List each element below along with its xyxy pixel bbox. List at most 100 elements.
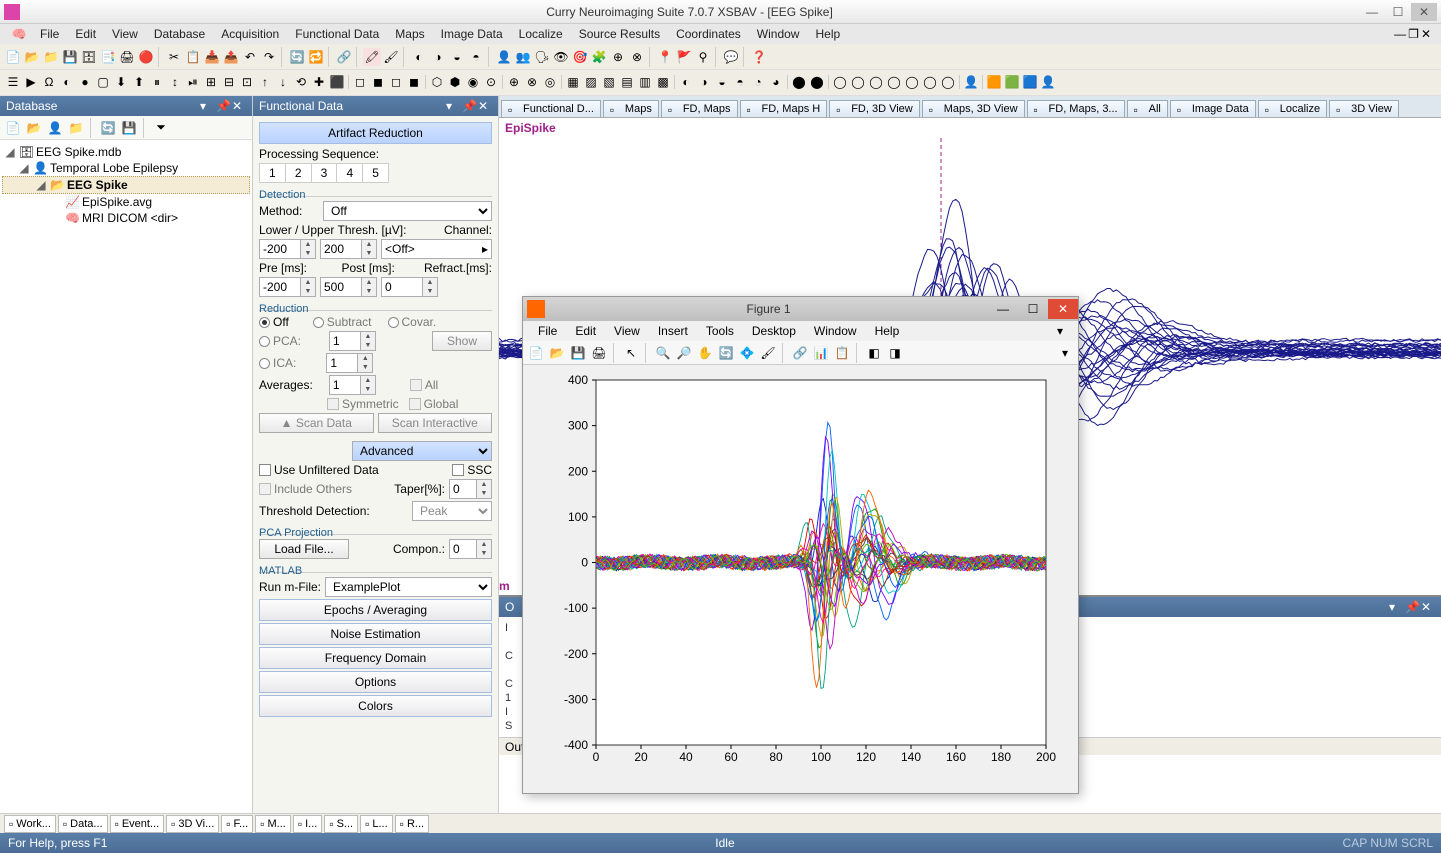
- tb2-icon-43[interactable]: ◒: [713, 73, 731, 91]
- tb2-icon-48[interactable]: ⬤: [790, 73, 808, 91]
- head1-icon[interactable]: 👤: [495, 48, 513, 66]
- tb2-icon-32[interactable]: ◎: [541, 73, 559, 91]
- tb2-icon-46[interactable]: ◕: [767, 73, 785, 91]
- matlab-menubar[interactable]: FileEditViewInsertToolsDesktopWindowHelp…: [523, 321, 1078, 341]
- task-tab-3[interactable]: ▫3D Vi...: [166, 815, 219, 833]
- tb2-icon-39[interactable]: ▩: [654, 73, 672, 91]
- tb2-icon-35[interactable]: ▨: [582, 73, 600, 91]
- matlab-maximize-button[interactable]: ☐: [1018, 299, 1048, 319]
- menu-help[interactable]: Help: [807, 25, 848, 43]
- view-tab-2[interactable]: ▫FD, Maps: [661, 100, 738, 117]
- view-tab-3[interactable]: ▫FD, Maps H: [740, 100, 828, 117]
- ml-menu-help[interactable]: Help: [866, 322, 909, 340]
- db-user-icon[interactable]: 👤: [46, 119, 64, 137]
- task-tabs[interactable]: ▫Work...▫Data...▫Event...▫3D Vi...▫F...▫…: [0, 813, 1441, 833]
- matlab-figure-window[interactable]: Figure 1 — ☐ ✕ FileEditViewInsertToolsDe…: [522, 296, 1079, 794]
- matlab-titlebar[interactable]: Figure 1 — ☐ ✕: [523, 297, 1078, 321]
- panel-close-icon[interactable]: ✕: [232, 99, 246, 113]
- tb2-icon-45[interactable]: ◔: [749, 73, 767, 91]
- menu-acquisition[interactable]: Acquisition: [213, 25, 287, 43]
- view-tab-0[interactable]: ▫Functional D...: [501, 100, 601, 117]
- tb2-icon-20[interactable]: ◻: [351, 73, 369, 91]
- load-file-button[interactable]: Load File...: [259, 539, 349, 559]
- menu-image-data[interactable]: Image Data: [433, 25, 511, 43]
- undo-icon[interactable]: ↶: [241, 48, 259, 66]
- output-dropdown-icon[interactable]: ▾: [1389, 600, 1403, 614]
- ml-dock-icon[interactable]: ◧: [865, 344, 883, 362]
- tb2-icon-38[interactable]: ▥: [636, 73, 654, 91]
- marker-red-icon[interactable]: 🖍: [363, 48, 381, 66]
- mdi-close-button[interactable]: ✕: [1421, 27, 1431, 41]
- tb2-icon-8[interactable]: ⏸: [148, 74, 166, 92]
- ml-legend-icon[interactable]: 📋: [833, 344, 851, 362]
- view-tab-4[interactable]: ▫FD, 3D View: [829, 100, 920, 117]
- task-tab-9[interactable]: ▫R...: [395, 815, 429, 833]
- tree-study[interactable]: ◢📂EEG Spike: [2, 176, 250, 194]
- tb2-icon-15[interactable]: ↓: [274, 73, 292, 91]
- lower-thresh-input[interactable]: ▲▼: [259, 239, 316, 259]
- ml-brush-icon[interactable]: 🖌: [759, 344, 777, 362]
- head4-icon[interactable]: 👁: [552, 48, 570, 66]
- show-button[interactable]: Show: [432, 331, 492, 351]
- brain3-icon[interactable]: ◒: [448, 48, 466, 66]
- tb2-icon-5[interactable]: ▢: [94, 73, 112, 91]
- view-tab-1[interactable]: ▫Maps: [603, 100, 659, 117]
- options-button[interactable]: Options: [259, 671, 492, 693]
- method-select[interactable]: Off: [323, 201, 492, 221]
- thresh-det-select[interactable]: Peak: [412, 501, 492, 521]
- menu-view[interactable]: View: [104, 25, 146, 43]
- mfile-select[interactable]: ExamplePlot: [325, 577, 492, 597]
- view-tab-10[interactable]: ▫3D View: [1329, 100, 1399, 117]
- tb2-icon-51[interactable]: ◯: [831, 73, 849, 91]
- tb2-icon-63[interactable]: 🟦: [1021, 73, 1039, 91]
- ml-pan-icon[interactable]: ✋: [696, 344, 714, 362]
- ml-menu-insert[interactable]: Insert: [649, 322, 697, 340]
- record-icon[interactable]: 🔴: [137, 48, 155, 66]
- tree-root[interactable]: ◢🗄EEG Spike.mdb: [2, 144, 250, 160]
- scan-interactive-button[interactable]: Scan Interactive: [378, 413, 493, 433]
- tb2-icon-52[interactable]: ◯: [849, 73, 867, 91]
- head5-icon[interactable]: 🎯: [571, 48, 589, 66]
- brain4-icon[interactable]: ◓: [467, 48, 485, 66]
- minimize-button[interactable]: —: [1359, 3, 1385, 21]
- task-tab-7[interactable]: ▫S...: [324, 815, 358, 833]
- tb2-icon-23[interactable]: ◼: [405, 73, 423, 91]
- tb2-icon-11[interactable]: ⊞: [202, 73, 220, 91]
- tb2-icon-34[interactable]: ▦: [564, 73, 582, 91]
- chat-icon[interactable]: 💬: [722, 48, 740, 66]
- global-check[interactable]: Global: [409, 397, 459, 411]
- taper-input[interactable]: ▲▼: [449, 479, 492, 499]
- matlab-close-button[interactable]: ✕: [1048, 299, 1078, 319]
- task-tab-0[interactable]: ▫Work...: [4, 815, 56, 833]
- tb2-icon-54[interactable]: ◯: [885, 73, 903, 91]
- tb2-icon-31[interactable]: ⊗: [523, 73, 541, 91]
- tb2-icon-59[interactable]: 👤: [962, 73, 980, 91]
- open2-icon[interactable]: 📁: [42, 48, 60, 66]
- tb2-icon-7[interactable]: ⬆: [130, 73, 148, 91]
- paste-icon[interactable]: 📥: [203, 48, 221, 66]
- tb2-icon-18[interactable]: ⬛: [328, 73, 346, 91]
- tb2-icon-53[interactable]: ◯: [867, 73, 885, 91]
- unfiltered-check[interactable]: Use Unfiltered Data: [259, 463, 379, 477]
- paste2-icon[interactable]: 📤: [222, 48, 240, 66]
- ml-datatip-icon[interactable]: 💠: [738, 344, 756, 362]
- tb2-icon-27[interactable]: ◉: [464, 73, 482, 91]
- pre-input[interactable]: ▲▼: [259, 277, 316, 297]
- help-icon[interactable]: ❓: [750, 48, 768, 66]
- head3-icon[interactable]: 🗣: [533, 48, 551, 66]
- loop-icon[interactable]: 🔁: [307, 48, 325, 66]
- ml-link-icon[interactable]: 🔗: [791, 344, 809, 362]
- noise-button[interactable]: Noise Estimation: [259, 623, 492, 645]
- include-others-check[interactable]: Include Others: [259, 482, 352, 496]
- tree-item-1[interactable]: 🧠MRI DICOM <dir>: [2, 210, 250, 226]
- pca-input[interactable]: ▲▼: [329, 331, 376, 351]
- reduction-covar-radio[interactable]: Covar.: [388, 315, 437, 329]
- link2-icon[interactable]: ⚲: [694, 48, 712, 66]
- view-tab-8[interactable]: ▫Image Data: [1170, 100, 1256, 117]
- reduction-off-radio[interactable]: Off: [259, 315, 289, 329]
- channel-select[interactable]: <Off>▸: [381, 239, 492, 259]
- ml-pointer-icon[interactable]: ↖: [622, 344, 640, 362]
- ml-menu-tools[interactable]: Tools: [697, 322, 743, 340]
- tb2-icon-41[interactable]: ◐: [677, 73, 695, 91]
- ml-menu-expand[interactable]: ▾: [1048, 322, 1072, 340]
